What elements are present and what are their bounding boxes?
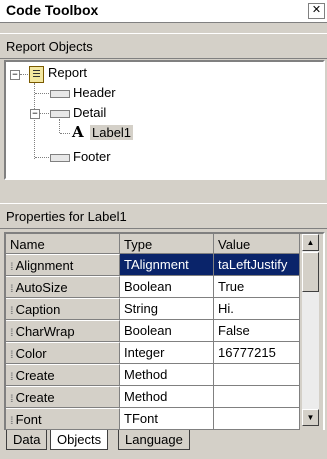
property-type-cell[interactable]: String: [120, 298, 214, 320]
table-row[interactable]: ⁞⁞ Font TFont: [6, 408, 300, 430]
column-header-type[interactable]: Type: [120, 234, 214, 254]
property-name-cell[interactable]: ⁞⁞ Alignment: [6, 254, 120, 276]
property-value-cell[interactable]: Hi.: [214, 298, 300, 320]
property-name-cell[interactable]: ⁞⁞ Font: [6, 408, 120, 430]
tree-connector: [59, 119, 60, 133]
properties-header: Properties for Label1: [0, 203, 327, 229]
table-row[interactable]: ⁞⁞ Caption String Hi.: [6, 298, 300, 320]
vertical-scrollbar[interactable]: ▲ ▼: [302, 234, 319, 426]
report-objects-tree[interactable]: − Report Header − Detail A Label1 Footer: [4, 60, 325, 180]
property-name-cell[interactable]: ⁞⁞ Create: [6, 386, 120, 408]
band-icon: [50, 154, 70, 162]
tree-node-label1[interactable]: Label1: [90, 125, 134, 140]
table-row[interactable]: ⁞⁞ Create Method: [6, 386, 300, 408]
tree-node-header[interactable]: Header: [73, 85, 116, 100]
grip-icon: ⁞⁞: [10, 372, 13, 383]
band-icon: [50, 110, 70, 118]
properties-grid: Name Type Value ⁞⁞ Alignment TAlignment taL…: [4, 232, 325, 432]
property-type-cell[interactable]: TAlignment: [120, 254, 214, 276]
close-button[interactable]: ✕: [308, 3, 325, 19]
property-name-cell[interactable]: ⁞⁞ Create: [6, 364, 120, 386]
table-row[interactable]: ⁞⁞ Color Integer 16777215: [6, 342, 300, 364]
grip-icon: ⁞⁞: [10, 262, 13, 273]
table-row[interactable]: ⁞⁞ CharWrap Boolean False: [6, 320, 300, 342]
window-title: Code Toolbox: [6, 2, 99, 18]
property-type-cell[interactable]: Boolean: [120, 276, 214, 298]
tab-language[interactable]: Language: [118, 430, 190, 450]
table-row[interactable]: ⁞⁞ Alignment TAlignment taLeftJustify: [6, 254, 300, 276]
property-type-cell[interactable]: TFont: [120, 408, 214, 430]
property-type-cell[interactable]: Method: [120, 364, 214, 386]
band-icon: [50, 90, 70, 98]
property-value-cell[interactable]: True: [214, 276, 300, 298]
table-row[interactable]: ⁞⁞ Create Method: [6, 364, 300, 386]
tree-connector: [60, 133, 70, 134]
scroll-down-button[interactable]: ▼: [302, 409, 319, 426]
grip-icon: ⁞⁞: [10, 350, 13, 361]
property-value-cell[interactable]: taLeftJustify: [214, 254, 300, 276]
tree-connector: [35, 93, 49, 94]
grip-icon: ⁞⁞: [10, 416, 13, 427]
report-objects-label: Report Objects: [6, 39, 93, 54]
tree-connector: [35, 157, 49, 158]
tree-node-footer[interactable]: Footer: [73, 149, 111, 164]
tab-bar: Data Objects Language: [0, 430, 327, 459]
property-value-cell[interactable]: [214, 408, 300, 430]
property-name: Create: [15, 390, 55, 405]
report-objects-header: Report Objects: [0, 33, 327, 59]
property-name-cell[interactable]: ⁞⁞ Color: [6, 342, 120, 364]
tree-connector: [34, 83, 35, 159]
tree-node-detail[interactable]: Detail: [73, 105, 106, 120]
property-name: Font: [15, 412, 42, 427]
table-row[interactable]: ⁞⁞ AutoSize Boolean True: [6, 276, 300, 298]
property-name-cell[interactable]: ⁞⁞ AutoSize: [6, 276, 120, 298]
properties-label: Properties for Label1: [6, 209, 127, 224]
property-type-cell[interactable]: Integer: [120, 342, 214, 364]
collapse-detail-toggle[interactable]: −: [30, 109, 40, 119]
title-bar: Code Toolbox ✕: [0, 0, 327, 23]
label-icon: A: [72, 123, 84, 141]
grip-icon: ⁞⁞: [10, 394, 13, 405]
property-type-cell[interactable]: Method: [120, 386, 214, 408]
grip-icon: ⁞⁞: [10, 284, 13, 295]
property-name-cell[interactable]: ⁞⁞ Caption: [6, 298, 120, 320]
report-icon: [29, 66, 44, 83]
tree-node-report[interactable]: Report: [48, 65, 87, 80]
tab-data[interactable]: Data: [6, 430, 48, 450]
property-name: CharWrap: [15, 324, 75, 339]
property-name: Alignment: [15, 258, 74, 273]
property-value-cell[interactable]: [214, 364, 300, 386]
property-value-cell[interactable]: 16777215: [214, 342, 300, 364]
code-toolbox-window: Code Toolbox ✕ Report Objects − Report H…: [0, 0, 327, 459]
property-name: Color: [15, 346, 47, 361]
column-header-name[interactable]: Name: [6, 234, 120, 254]
property-name: Create: [15, 368, 55, 383]
scroll-up-button[interactable]: ▲: [302, 234, 319, 251]
scroll-thumb[interactable]: [302, 252, 319, 292]
property-name: AutoSize: [15, 280, 68, 295]
tree-connector: [40, 113, 49, 114]
property-name-cell[interactable]: ⁞⁞ CharWrap: [6, 320, 120, 342]
column-header-value[interactable]: Value: [214, 234, 300, 254]
property-value-cell[interactable]: False: [214, 320, 300, 342]
tab-objects[interactable]: Objects: [50, 430, 109, 450]
property-type-cell[interactable]: Boolean: [120, 320, 214, 342]
grip-icon: ⁞⁞: [10, 328, 13, 339]
collapse-report-toggle[interactable]: −: [10, 70, 20, 80]
tree-connector: [20, 74, 28, 75]
property-value-cell[interactable]: [214, 386, 300, 408]
property-name: Caption: [15, 302, 61, 317]
grip-icon: ⁞⁞: [10, 306, 13, 317]
